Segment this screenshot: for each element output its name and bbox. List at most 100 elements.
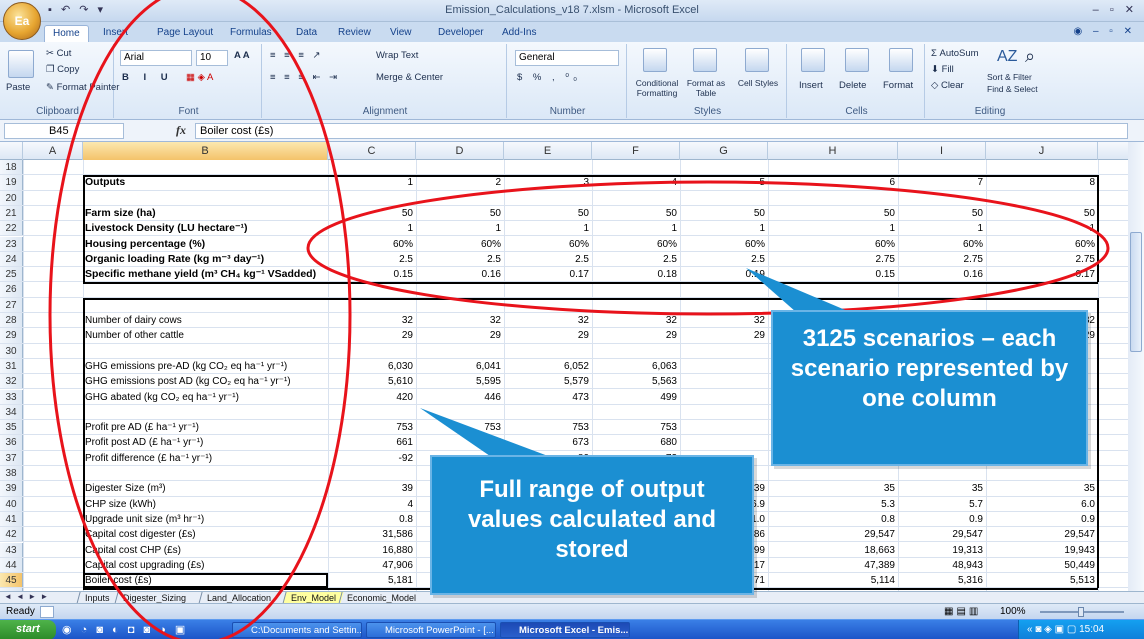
value-cell[interactable]: [680, 390, 768, 404]
row-header[interactable]: 25: [0, 267, 23, 282]
row-header[interactable]: 37: [0, 450, 23, 465]
row-label-cell[interactable]: [83, 282, 328, 296]
value-cell[interactable]: 1: [680, 221, 768, 235]
value-cell[interactable]: 50,449: [986, 558, 1098, 572]
value-cell[interactable]: 753: [416, 420, 504, 434]
value-cell[interactable]: 50: [592, 206, 680, 220]
row-label-cell[interactable]: Specific methane yield (m³ CH₄ kg⁻¹ VSad…: [83, 267, 328, 281]
value-cell[interactable]: 6.0: [986, 497, 1098, 511]
sheet-nav-arrows[interactable]: ◄ ◄ ► ►: [4, 592, 49, 601]
conditional-formatting-button[interactable]: Conditional Formatting: [631, 78, 683, 98]
value-cell[interactable]: [680, 435, 768, 449]
value-cell[interactable]: [986, 191, 1098, 205]
value-cell[interactable]: 420: [328, 390, 416, 404]
value-cell[interactable]: 47,389: [768, 558, 898, 572]
value-cell[interactable]: 0.17: [504, 267, 592, 281]
row-header[interactable]: 33: [0, 389, 23, 404]
value-cell[interactable]: 39: [328, 481, 416, 495]
ribbon-window-controls[interactable]: ◉ – ▫ ✕: [1073, 26, 1136, 37]
value-cell[interactable]: 29: [680, 328, 768, 342]
value-cell[interactable]: 5: [680, 175, 768, 189]
value-cell[interactable]: 0.9: [986, 512, 1098, 526]
value-cell[interactable]: [504, 282, 592, 296]
font-color-icon[interactable]: ▦ ◈ A: [186, 72, 213, 83]
row-header[interactable]: 24: [0, 251, 23, 267]
row-header[interactable]: 42: [0, 527, 23, 542]
column-header-d[interactable]: D: [416, 142, 504, 160]
row-header[interactable]: 23: [0, 236, 23, 251]
window-controls[interactable]: – ▫ ✕: [1093, 3, 1138, 16]
value-cell[interactable]: [680, 191, 768, 205]
value-cell[interactable]: 6,063: [592, 359, 680, 373]
value-cell[interactable]: 2.75: [768, 252, 898, 266]
value-cell[interactable]: 3: [504, 175, 592, 189]
value-cell[interactable]: 6,052: [504, 359, 592, 373]
value-cell[interactable]: 35: [986, 481, 1098, 495]
conditional-formatting-icon[interactable]: [643, 48, 667, 72]
paste-button[interactable]: Paste: [6, 82, 30, 93]
row-label-cell[interactable]: CHP size (kWh): [83, 497, 328, 511]
value-cell[interactable]: 47,906: [328, 558, 416, 572]
value-cell[interactable]: 29,547: [768, 527, 898, 541]
sort-filter-icon[interactable]: AZ: [997, 48, 1017, 66]
row-label-cell[interactable]: Profit pre AD (£ ha⁻¹ yr⁻¹): [83, 420, 328, 434]
tab-add-ins[interactable]: Add-Ins: [502, 25, 536, 42]
value-cell[interactable]: [416, 405, 504, 419]
value-cell[interactable]: 1: [328, 221, 416, 235]
binoculars-icon[interactable]: ⌕: [1025, 46, 1035, 67]
column-header-c[interactable]: C: [328, 142, 416, 160]
grow-font-icon[interactable]: A A: [234, 50, 250, 61]
row-label-cell[interactable]: Outputs: [83, 175, 328, 189]
formula-input[interactable]: Boiler cost (£s): [195, 123, 1128, 139]
value-cell[interactable]: 0.8: [768, 512, 898, 526]
value-cell[interactable]: [898, 466, 986, 480]
row-header[interactable]: 21: [0, 205, 23, 221]
row-header[interactable]: 28: [0, 313, 23, 328]
value-cell[interactable]: 0.15: [328, 267, 416, 281]
value-cell[interactable]: 32: [328, 313, 416, 327]
value-cell[interactable]: 18,663: [768, 543, 898, 557]
align-icons-bottom[interactable]: ≡ ≡ ≡ ⇤ ⇥: [270, 72, 340, 83]
value-cell[interactable]: [768, 160, 898, 174]
vertical-scrollbar[interactable]: [1128, 142, 1144, 591]
row-label-cell[interactable]: Farm size (ha): [83, 206, 328, 220]
value-cell[interactable]: 50: [986, 206, 1098, 220]
row-label-cell[interactable]: Profit post AD (£ ha⁻¹ yr⁻¹): [83, 435, 328, 449]
bold-italic-underline-icons[interactable]: B I U: [122, 72, 174, 83]
value-cell[interactable]: 680: [592, 435, 680, 449]
value-cell[interactable]: 50: [504, 206, 592, 220]
view-buttons[interactable]: ▦▤▥: [944, 606, 981, 617]
format-painter-button[interactable]: ✎ Format Painter: [46, 82, 119, 93]
value-cell[interactable]: 2.5: [680, 252, 768, 266]
value-cell[interactable]: [328, 160, 416, 174]
value-cell[interactable]: 32: [504, 313, 592, 327]
tab-view[interactable]: View: [390, 25, 412, 42]
value-cell[interactable]: 2.75: [986, 252, 1098, 266]
row-header[interactable]: 41: [0, 511, 23, 527]
value-cell[interactable]: [328, 282, 416, 296]
format-as-table-button[interactable]: Format as Table: [681, 78, 731, 98]
value-cell[interactable]: [416, 298, 504, 312]
value-cell[interactable]: [680, 405, 768, 419]
value-cell[interactable]: 5.7: [898, 497, 986, 511]
zoom-slider-thumb[interactable]: [1078, 607, 1084, 617]
row-header[interactable]: 31: [0, 358, 23, 374]
value-cell[interactable]: [504, 298, 592, 312]
value-cell[interactable]: [680, 420, 768, 434]
row-header[interactable]: 39: [0, 481, 23, 496]
value-cell[interactable]: 473: [504, 390, 592, 404]
value-cell[interactable]: [416, 282, 504, 296]
value-cell[interactable]: [986, 466, 1098, 480]
value-cell[interactable]: [680, 160, 768, 174]
value-cell[interactable]: [768, 282, 898, 296]
row-label-cell[interactable]: [83, 298, 328, 312]
value-cell[interactable]: [986, 282, 1098, 296]
value-cell[interactable]: 50: [328, 206, 416, 220]
value-cell[interactable]: [592, 191, 680, 205]
value-cell[interactable]: 35: [768, 481, 898, 495]
value-cell[interactable]: 8: [986, 175, 1098, 189]
row-header[interactable]: 45: [0, 573, 23, 588]
value-cell[interactable]: 29,547: [898, 527, 986, 541]
row-label-cell[interactable]: Livestock Density (LU hectare⁻¹): [83, 221, 328, 235]
value-cell[interactable]: 32: [592, 313, 680, 327]
